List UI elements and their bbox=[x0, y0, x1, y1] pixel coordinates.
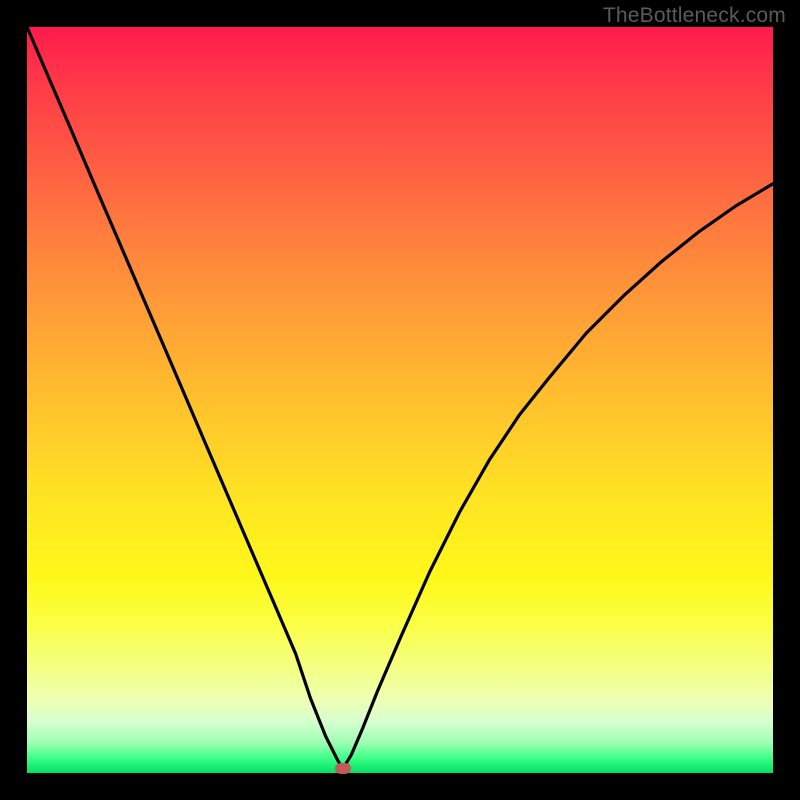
chart-plot-area bbox=[27, 27, 773, 773]
bottleneck-curve bbox=[27, 27, 773, 773]
watermark-text: TheBottleneck.com bbox=[603, 4, 786, 28]
minimum-marker bbox=[335, 763, 351, 774]
